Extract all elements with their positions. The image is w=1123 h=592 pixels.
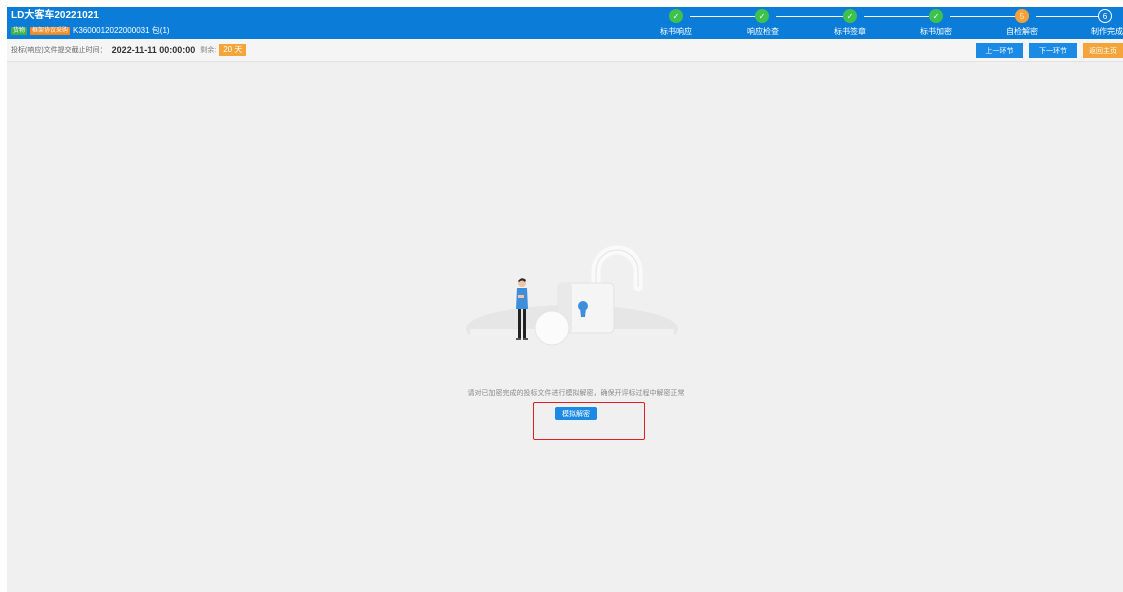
deadline-label: 投标(响应)文件提交截止时间： — [11, 47, 107, 54]
highlight-annotation — [533, 402, 645, 440]
step-connector — [776, 16, 850, 17]
remaining-label: 剩余: — [200, 47, 217, 54]
step-number-todo: 6 — [1098, 9, 1112, 23]
step-connector — [1036, 16, 1098, 17]
deadline-bar: 投标(响应)文件提交截止时间： 2022-11-11 00:00:00 剩余: … — [7, 39, 1123, 62]
step-check-icon: ✓ — [669, 9, 683, 23]
step-connector — [864, 16, 936, 17]
step-label-finish[interactable]: 制作完成 — [1091, 27, 1123, 37]
deadline-info: 投标(响应)文件提交截止时间： 2022-11-11 00:00:00 剩余: … — [11, 44, 247, 56]
step-check-icon: ✓ — [843, 9, 857, 23]
progress-steps: ✓ ✓ ✓ ✓ 5 6 标书响应 响应检查 标书签章 标书加密 自检解密 制作完… — [7, 7, 1123, 39]
decrypt-hint-text: 请对已加密完成的投标文件进行模拟解密，确保开评标过程中解密正常 — [467, 390, 685, 397]
remaining-days-badge: 20 天 — [219, 44, 247, 56]
step-connector — [690, 16, 762, 17]
home-button[interactable]: 返回主页 — [1083, 43, 1123, 58]
sphere-decoration — [534, 310, 570, 346]
app-window: LD大客车20221021 货物 框架协议采购 K360001202200003… — [7, 7, 1123, 592]
prev-step-button[interactable]: 上一环节 — [976, 43, 1023, 58]
step-label-sign[interactable]: 标书签章 — [834, 27, 866, 37]
step-check-icon: ✓ — [929, 9, 943, 23]
step-number-current: 5 — [1015, 9, 1029, 23]
deadline-time: 2022-11-11 00:00:00 — [111, 45, 196, 55]
step-label-decrypt[interactable]: 自检解密 — [1006, 27, 1038, 37]
step-label-encrypt[interactable]: 标书加密 — [920, 27, 952, 37]
next-step-button[interactable]: 下一环节 — [1029, 43, 1077, 58]
unlock-illustration — [466, 245, 678, 347]
header-bar: LD大客车20221021 货物 框架协议采购 K360001202200003… — [7, 7, 1123, 39]
step-check-icon: ✓ — [755, 9, 769, 23]
step-label-check[interactable]: 响应检查 — [747, 27, 779, 37]
step-connector — [950, 16, 1022, 17]
step-label-response[interactable]: 标书响应 — [660, 27, 692, 37]
